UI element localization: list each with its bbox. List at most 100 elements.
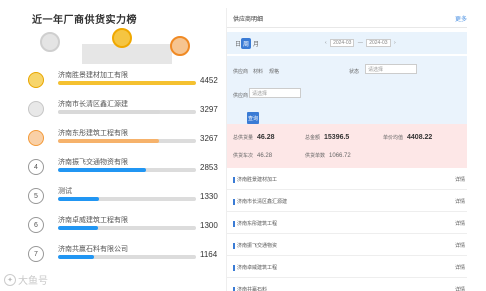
list-item[interactable]: 济南市长清区鑫汇源建 详情 bbox=[227, 192, 467, 212]
list-item-detail-link[interactable]: 详情 bbox=[455, 176, 465, 183]
supply-progress-fill bbox=[58, 168, 147, 172]
podium bbox=[18, 28, 218, 66]
more-link[interactable]: 更多 bbox=[455, 14, 467, 23]
list-marker-icon bbox=[233, 221, 235, 227]
supply-value: 1330 bbox=[200, 192, 218, 201]
filter-label-status: 状态 bbox=[349, 69, 360, 75]
list-item[interactable]: 济南共赢石料 详情 bbox=[227, 280, 467, 291]
list-marker-icon bbox=[233, 199, 235, 205]
filter-label-spec: 规格 bbox=[269, 69, 280, 75]
stat-value: 4408.22 bbox=[407, 134, 433, 141]
stat-avg-price: 单价均值 4408.22 bbox=[383, 134, 432, 141]
list-item[interactable]: 济南东彤建筑工程 详情 bbox=[227, 214, 467, 234]
list-marker-icon bbox=[233, 243, 235, 249]
ranking-row[interactable]: 济南市长清区鑫汇源建 3297 bbox=[28, 99, 224, 121]
list-marker-icon bbox=[233, 287, 235, 291]
list-item[interactable]: 济南卓威建筑工程 详情 bbox=[227, 258, 467, 278]
pager-next-icon[interactable]: › bbox=[394, 40, 396, 46]
ranking-row[interactable]: 济南东彤建筑工程有限 3267 bbox=[28, 128, 224, 150]
watermark: ✦ 大鱼号 bbox=[4, 272, 48, 287]
stat-value: 1066.72 bbox=[329, 153, 351, 159]
list-item[interactable]: 济南振飞交通物资 详情 bbox=[227, 236, 467, 256]
ranking-row[interactable]: 6 济南卓威建筑工程有限 1300 bbox=[28, 215, 224, 237]
list-item-detail-link[interactable]: 详情 bbox=[455, 198, 465, 205]
tab-month[interactable]: 月 bbox=[251, 38, 261, 49]
supply-value: 1300 bbox=[200, 221, 218, 230]
stat-label: 供货车次 bbox=[233, 153, 254, 159]
ranking-row[interactable]: 4 济南振飞交通物资有限 2853 bbox=[28, 157, 224, 179]
list-item-detail-link[interactable]: 详情 bbox=[455, 264, 465, 271]
supply-value: 1164 bbox=[200, 250, 218, 259]
supplier-ranking-panel: 近一年厂商供货实力榜 济南胜景建材加工有限 4452 济南市长清区鑫汇源建 3297 济… bbox=[18, 0, 218, 291]
screenshot-page: 近一年厂商供货实力榜 济南胜景建材加工有限 4452 济南市长清区鑫汇源建 3297 济… bbox=[0, 0, 486, 291]
stat-label: 总金额 bbox=[305, 135, 321, 141]
stat-total-amount: 总金额 15396.5 bbox=[305, 134, 349, 141]
supplier-name: 测试 bbox=[58, 188, 72, 195]
supply-progress-fill bbox=[58, 110, 161, 114]
supplier-detail-panel: 供应商明细 更多 日 周 月 ‹ 2024-03 — 2024-03 › 供应商… bbox=[226, 8, 467, 291]
list-item-text: 济南振飞交通物资 bbox=[237, 243, 278, 249]
supplier-name: 济南东彤建筑工程有限 bbox=[58, 130, 128, 137]
supply-progress-fill bbox=[58, 255, 94, 259]
date-pager: ‹ 2024-03 — 2024-03 › bbox=[325, 39, 396, 47]
ranking-row[interactable]: 7 济南共赢石料有限公司 1164 bbox=[28, 244, 224, 266]
pager-next-date[interactable]: 2024-03 bbox=[366, 39, 391, 47]
supply-progress-bar bbox=[58, 168, 196, 172]
silver-rank-icon bbox=[28, 101, 44, 117]
stat-total-volume: 总供货量 46.28 bbox=[233, 134, 275, 141]
detail-title: 供应商明细 bbox=[233, 17, 264, 23]
pager-prev-icon[interactable]: ‹ bbox=[325, 40, 327, 46]
list-item-text: 济南共赢石料 bbox=[237, 287, 268, 291]
filter-label-material: 材料 bbox=[253, 69, 264, 75]
supply-progress-bar bbox=[58, 139, 196, 143]
gold-rank-icon bbox=[28, 72, 44, 88]
search-button[interactable]: 查询 bbox=[247, 112, 259, 124]
gold-medal-icon bbox=[112, 28, 132, 48]
stat-value: 15396.5 bbox=[324, 134, 350, 141]
supply-progress-bar bbox=[58, 197, 196, 201]
rank-number-badge: 5 bbox=[28, 188, 44, 204]
supply-progress-fill bbox=[58, 226, 99, 230]
list-marker-icon bbox=[233, 177, 235, 183]
list-item-detail-link[interactable]: 详情 bbox=[455, 220, 465, 227]
supplier-name: 济南卓威建筑工程有限 bbox=[58, 217, 128, 224]
period-tabs: 日 周 月 ‹ 2024-03 — 2024-03 › bbox=[227, 32, 467, 54]
supply-value: 2853 bbox=[200, 163, 218, 172]
stat-label: 总供货量 bbox=[233, 135, 254, 141]
list-item[interactable]: 济南胜景建材加工 详情 bbox=[227, 170, 467, 190]
filter-status-select[interactable]: 请选择 bbox=[365, 64, 417, 74]
ranking-row[interactable]: 5 测试 1330 bbox=[28, 186, 224, 208]
supply-progress-bar bbox=[58, 255, 196, 259]
stat-orders: 供货单数 1066.72 bbox=[305, 152, 351, 159]
bronze-medal-icon bbox=[170, 36, 190, 56]
tab-week[interactable]: 周 bbox=[241, 38, 252, 49]
stat-value: 46.28 bbox=[257, 134, 275, 141]
watermark-text: 大鱼号 bbox=[18, 276, 48, 287]
ranking-title: 近一年厂商供货实力榜 bbox=[32, 15, 137, 26]
pager-prev-date[interactable]: 2024-03 bbox=[330, 39, 355, 47]
silver-medal-icon bbox=[40, 32, 60, 52]
summary-stats: 总供货量 46.28 总金额 15396.5 单价均值 4408.22 供货车次 46.… bbox=[227, 124, 467, 168]
watermark-logo-icon: ✦ bbox=[4, 273, 16, 286]
filter-supplier-select[interactable]: 请选择 bbox=[249, 88, 301, 98]
supply-value: 4452 bbox=[200, 76, 218, 85]
list-item-detail-link[interactable]: 详情 bbox=[455, 286, 465, 291]
supply-value: 3267 bbox=[200, 134, 218, 143]
ranking-row[interactable]: 济南胜景建材加工有限 4452 bbox=[28, 70, 224, 92]
detail-header: 供应商明细 更多 bbox=[227, 8, 467, 28]
list-item-text: 济南卓威建筑工程 bbox=[237, 265, 278, 271]
pager-separator: — bbox=[357, 40, 363, 46]
filter-label-supplier-2: 供应商 bbox=[233, 93, 249, 99]
filter-label-supplier: 供应商 bbox=[233, 69, 249, 75]
filter-form: 供应商 材料 规格 状态 请选择 供应商 请选择 查询 bbox=[227, 56, 467, 128]
rank-number-badge: 6 bbox=[28, 217, 44, 233]
supply-progress-fill bbox=[58, 139, 159, 143]
list-item-text: 济南市长清区鑫汇源建 bbox=[237, 199, 288, 205]
stat-value: 46.28 bbox=[257, 153, 273, 159]
supply-value: 3297 bbox=[200, 105, 218, 114]
list-item-text: 济南东彤建筑工程 bbox=[237, 221, 278, 227]
supply-progress-bar bbox=[58, 110, 196, 114]
supply-progress-bar bbox=[58, 81, 196, 85]
list-item-detail-link[interactable]: 详情 bbox=[455, 242, 465, 249]
list-marker-icon bbox=[233, 265, 235, 271]
